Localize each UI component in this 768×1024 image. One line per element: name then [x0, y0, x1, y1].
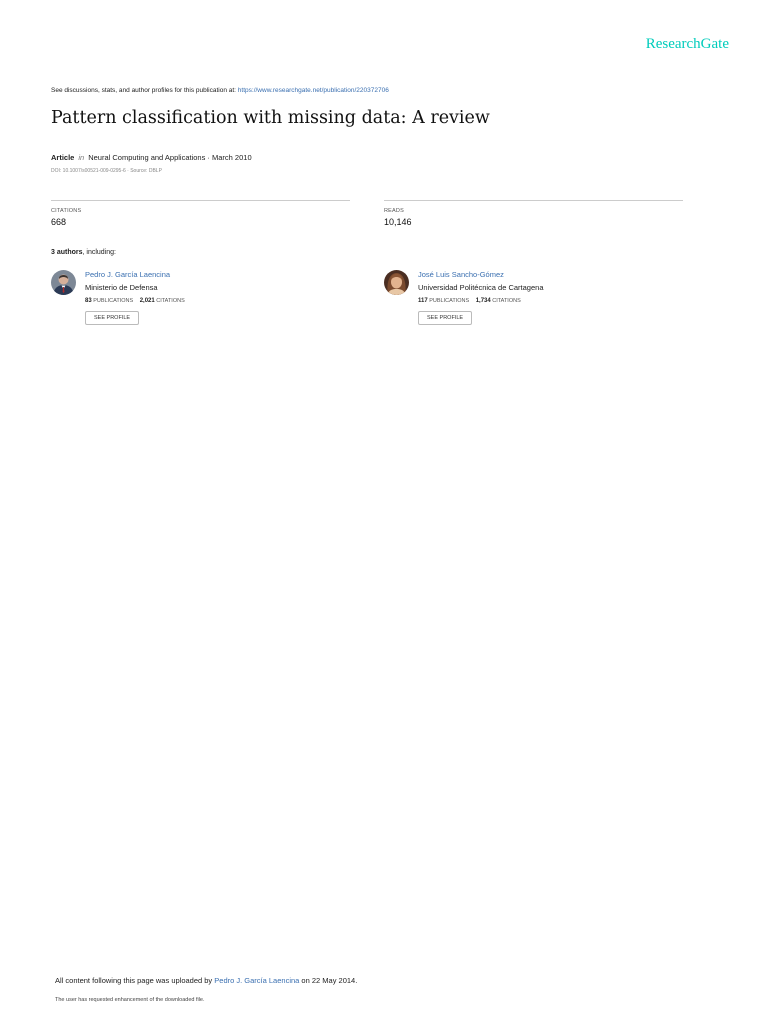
- publication-url-link[interactable]: https://www.researchgate.net/publication…: [238, 87, 389, 94]
- authors-heading: 3 authors, including:: [51, 249, 116, 256]
- author-stats: 83 PUBLICATIONS 2,021 CITATIONS: [85, 297, 190, 305]
- citations-stat: CITATIONS 668: [51, 200, 350, 227]
- researchgate-logo[interactable]: ResearchGate: [646, 36, 729, 53]
- reads-label: READS: [384, 208, 404, 214]
- publication-meta: Article in Neural Computing and Applicatio…: [51, 153, 252, 162]
- author-citations-count: 2,021: [139, 298, 155, 304]
- author-citations-count: 1,734: [475, 298, 491, 304]
- author-publications-label: PUBLICATIONS: [93, 298, 134, 304]
- authors-count: 3 authors: [51, 249, 83, 256]
- author-citations-label: CITATIONS: [156, 298, 185, 304]
- discussions-text: See discussions, stats, and author profi…: [51, 87, 238, 94]
- discussions-line: See discussions, stats, and author profi…: [51, 87, 389, 94]
- reads-value: 10,146: [384, 217, 412, 227]
- author-info: Pedro J. García Laencina Ministerio de D…: [85, 270, 190, 325]
- person-avatar-icon: [384, 270, 409, 295]
- author-name-link[interactable]: José Luis Sancho-Gómez: [418, 270, 544, 280]
- author-institution: Ministerio de Defensa: [85, 283, 158, 292]
- upload-prefix: All content following this page was uplo…: [55, 976, 215, 985]
- publication-doi: DOI: 10.1007/s00521-009-0295-6 · Source:…: [51, 168, 162, 174]
- see-profile-button[interactable]: SEE PROFILE: [85, 311, 140, 325]
- author-publications-label: PUBLICATIONS: [429, 298, 470, 304]
- author-avatar[interactable]: [51, 270, 76, 295]
- citations-value: 668: [51, 217, 67, 227]
- author-stats: 117 PUBLICATIONS 1,734 CITATIONS: [418, 297, 544, 305]
- author-institution: Universidad Politécnica de Cartagena: [418, 283, 544, 292]
- upload-suffix: on 22 May 2014.: [299, 976, 358, 985]
- enhancement-note: The user has requested enhancement of th…: [55, 997, 205, 1003]
- uploader-link[interactable]: Pedro J. García Laencina: [214, 976, 299, 985]
- see-profile-button[interactable]: SEE PROFILE: [418, 311, 473, 325]
- citations-label: CITATIONS: [51, 208, 82, 214]
- authors-suffix: , including:: [82, 249, 116, 256]
- upload-notice: All content following this page was uplo…: [55, 976, 357, 985]
- author-info: José Luis Sancho-Gómez Universidad Polit…: [418, 270, 544, 325]
- publication-venue-date: Neural Computing and Applications · Marc…: [88, 153, 252, 162]
- reads-stat: READS 10,146: [384, 200, 683, 227]
- author-publications-count: 117: [418, 298, 428, 304]
- author-publications-count: 83: [85, 298, 92, 304]
- author-avatar[interactable]: [384, 270, 409, 295]
- author-name-link[interactable]: Pedro J. García Laencina: [85, 270, 190, 280]
- publication-type: Article: [51, 153, 75, 162]
- publication-in-word: in: [78, 153, 85, 162]
- person-avatar-icon: [51, 270, 76, 295]
- publication-title: Pattern classification with missing data…: [51, 108, 490, 128]
- author-citations-label: CITATIONS: [492, 298, 521, 304]
